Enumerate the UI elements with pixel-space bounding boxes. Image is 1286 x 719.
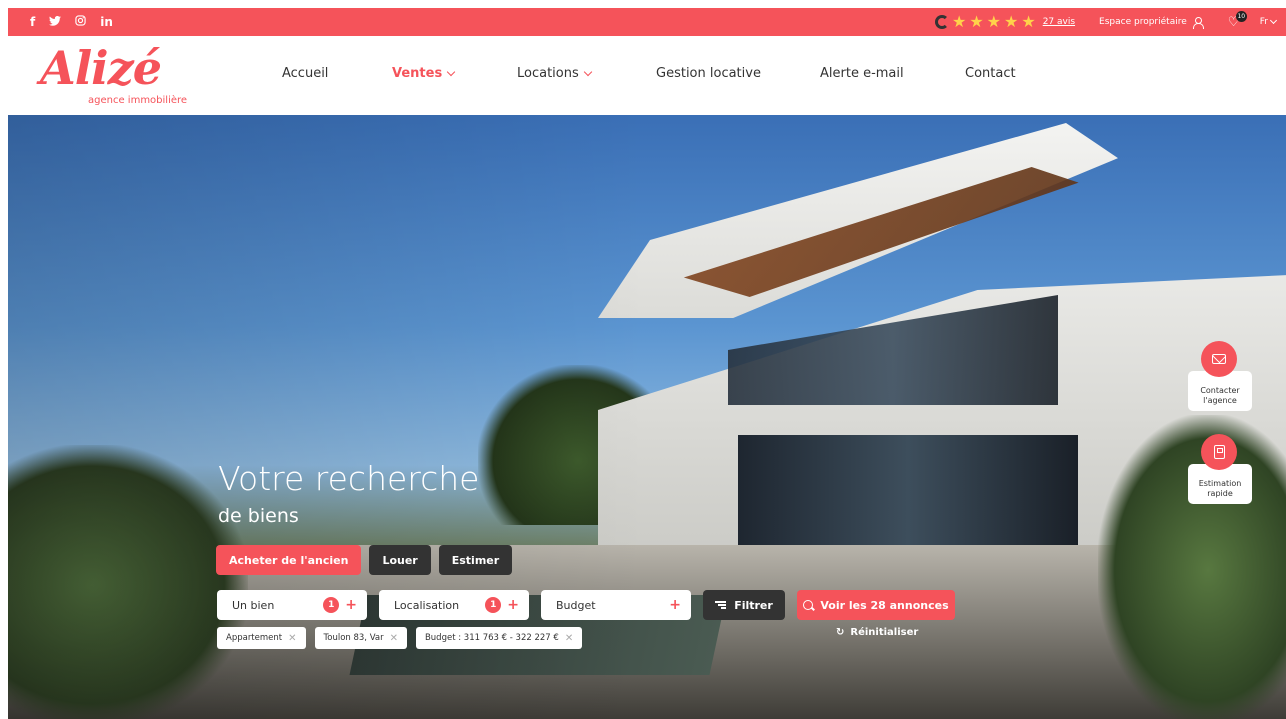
filter-chip-type[interactable]: Appartement ✕ [217,627,306,649]
search-mode-tabs: Acheter de l'ancien Louer Estimer [216,545,513,575]
reviews-link[interactable]: 27 avis [1043,17,1075,27]
nav-label: Locations [517,66,579,81]
nav-label: Gestion locative [656,66,761,81]
user-icon [1192,16,1204,29]
plus-icon: + [507,597,519,613]
nav-item-gestion-locative[interactable]: Gestion locative [656,66,820,81]
nav-label: Accueil [282,66,329,81]
plus-icon: + [345,597,357,613]
nav-item-alerte-email[interactable]: Alerte e-mail [820,66,965,81]
facebook-icon[interactable]: f [30,15,35,29]
chevron-down-icon [446,67,456,76]
language-selector[interactable]: Fr [1259,16,1278,27]
nav-item-ventes[interactable]: Ventes [392,66,517,81]
favorites-button[interactable]: ♡ 10 [1228,11,1247,30]
owner-space-link[interactable]: Espace propriétaire [1099,16,1204,29]
social-links: f in [30,15,113,29]
star-icon: ★ [951,12,967,31]
reset-label: Réinitialiser [850,627,919,638]
close-icon[interactable]: ✕ [565,633,573,644]
hero-section: Votre recherche de biens Acheter de l'an… [8,115,1286,719]
nav-label: Ventes [392,66,443,81]
reset-button[interactable]: ↻ Réinitialiser [836,627,918,638]
mail-icon [1212,354,1226,364]
favorites-count: 10 [1235,11,1247,22]
quick-estimate-label: Estimation rapide [1198,479,1242,498]
search-submit-button[interactable]: Voir les 28 annonces [797,590,955,620]
logo-tagline: agence immobilière [88,95,188,106]
hero-title: Votre recherche [218,459,480,498]
star-icon: ★ [1021,12,1036,31]
chip-label: Budget : 311 763 € - 322 227 € [424,633,559,643]
location-count-badge: 1 [485,597,502,613]
top-bar: f in ★ ★ ★ ★ ★ 27 avis Espace propriétai… [8,8,1286,36]
linkedin-icon[interactable]: in [100,15,113,29]
twitter-icon[interactable] [49,15,62,29]
location-field[interactable]: Localisation 1 + [379,590,529,620]
filter-chip-location[interactable]: Toulon 83, Var ✕ [314,627,407,649]
search-submit-label: Voir les 28 annonces [820,598,949,612]
close-icon[interactable]: ✕ [390,633,398,644]
hero-subtitle: de biens [218,505,299,527]
google-rating[interactable]: ★ ★ ★ ★ ★ 27 avis [934,12,1075,31]
location-label: Localisation [394,598,460,612]
nav-item-accueil[interactable]: Accueil [282,66,392,81]
filter-chip-budget[interactable]: Budget : 311 763 € - 322 227 € ✕ [415,627,583,649]
reset-icon: ↻ [836,627,845,638]
tab-acheter[interactable]: Acheter de l'ancien [216,545,362,575]
logo-wordmark: Alizé [40,41,162,95]
search-icon [803,600,814,610]
chevron-down-icon [583,67,593,76]
chip-label: Toulon 83, Var [323,633,384,643]
google-icon [934,15,949,29]
calculator-icon [1213,445,1225,459]
chip-label: Appartement [226,633,283,643]
filter-label: Filtrer [734,598,773,612]
property-count-badge: 1 [323,597,340,613]
filter-icon [715,601,727,609]
mail-icon-circle[interactable] [1201,341,1237,377]
plus-icon: + [669,597,681,613]
instagram-icon[interactable] [75,15,86,29]
nav-item-contact[interactable]: Contact [965,66,1016,81]
star-icon: ★ [986,12,1002,31]
nav-label: Contact [965,66,1016,81]
budget-label: Budget [556,598,596,612]
property-type-label: Un bien [232,598,275,612]
tab-louer[interactable]: Louer [369,545,431,575]
language-label: Fr [1259,17,1268,27]
tab-estimer[interactable]: Estimer [438,545,513,575]
quick-estimate-button[interactable]: Estimation rapide [1188,464,1252,504]
search-bar: Un bien 1 + Localisation 1 + Budget + Fi… [217,590,955,620]
calculator-icon-circle[interactable] [1201,434,1237,470]
active-filter-chips: Appartement ✕ Toulon 83, Var ✕ Budget : … [217,627,583,649]
main-nav: Accueil Ventes Locations Gestion locativ… [282,66,1016,81]
nav-item-locations[interactable]: Locations [517,66,656,81]
close-icon[interactable]: ✕ [288,633,296,644]
contact-agency-label: Contacter l'agence [1200,386,1240,405]
chevron-down-icon [1269,16,1278,25]
nav-label: Alerte e-mail [820,66,904,81]
site-header: Alizé agence immobilière Accueil Ventes … [8,36,1286,115]
star-icon: ★ [1004,12,1019,31]
site-logo[interactable]: Alizé agence immobilière [38,44,198,114]
contact-agency-button[interactable]: Contacter l'agence [1188,371,1252,411]
property-type-field[interactable]: Un bien 1 + [217,590,367,620]
filter-button[interactable]: Filtrer [703,590,785,620]
star-icon: ★ [969,12,984,31]
budget-field[interactable]: Budget + [541,590,691,620]
owner-space-label: Espace propriétaire [1099,17,1187,27]
